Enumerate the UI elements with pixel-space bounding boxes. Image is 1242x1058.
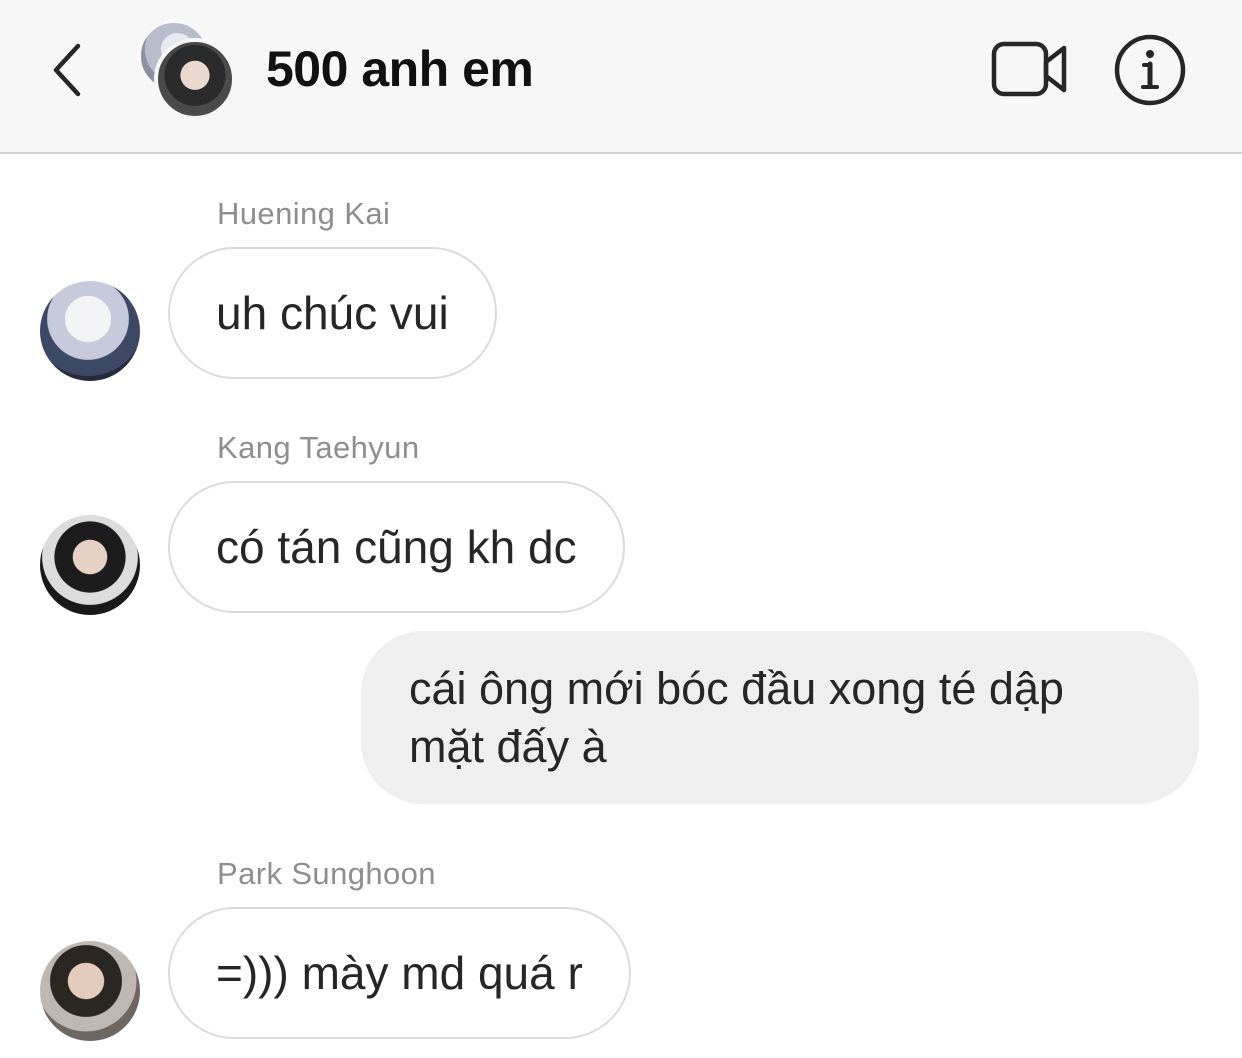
- message-text: =))) mày md quá r: [216, 947, 583, 999]
- chat-header: 500 anh em: [0, 0, 1242, 154]
- message-text-line: mặt đấy à: [409, 721, 607, 772]
- message-bubble-incoming[interactable]: có tán cũng kh dc: [168, 481, 625, 613]
- message-text-line: cái ông mới bóc đầu xong té dập: [409, 663, 1064, 714]
- chevron-left-icon: [53, 43, 81, 97]
- avatar[interactable]: [40, 515, 140, 615]
- message-bubble-incoming[interactable]: uh chúc vui: [168, 247, 497, 379]
- avatar[interactable]: [40, 941, 140, 1041]
- info-button[interactable]: [1112, 32, 1188, 108]
- sender-name: Kang Taehyun: [217, 430, 420, 465]
- sender-name: Park Sunghoon: [217, 856, 436, 891]
- sender-name: Huening Kai: [217, 196, 391, 231]
- avatar[interactable]: [40, 281, 140, 381]
- video-call-button[interactable]: [990, 36, 1070, 102]
- message-text: uh chúc vui: [216, 287, 449, 339]
- message-bubble-outgoing[interactable]: cái ông mới bóc đầu xong té dập mặt đấy …: [361, 631, 1199, 804]
- info-icon: [1114, 34, 1186, 106]
- group-avatar[interactable]: [136, 20, 240, 120]
- group-title[interactable]: 500 anh em: [266, 40, 534, 98]
- message-text: có tán cũng kh dc: [216, 521, 577, 573]
- back-button[interactable]: [44, 38, 92, 102]
- message-bubble-incoming[interactable]: =))) mày md quá r: [168, 907, 631, 1039]
- video-camera-icon: [991, 41, 1067, 97]
- group-avatar-primary: [154, 38, 236, 120]
